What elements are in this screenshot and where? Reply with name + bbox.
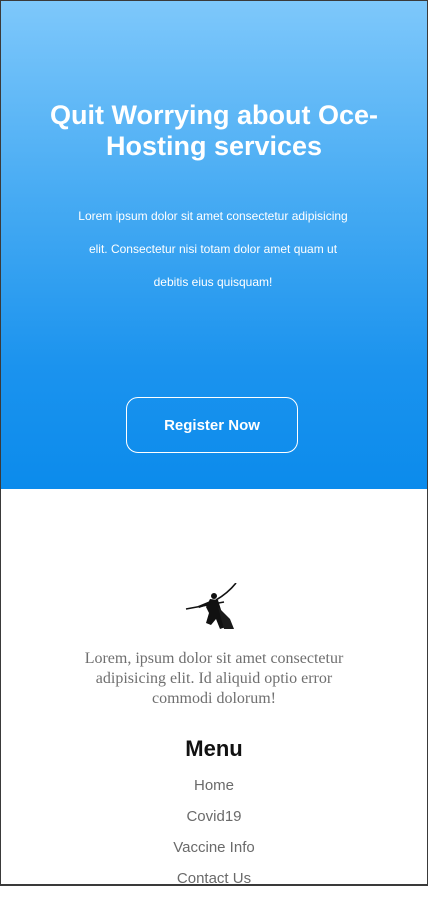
menu-link-contact-us[interactable]: Contact Us [177,870,251,887]
menu-link-vaccine-info[interactable]: Vaccine Info [173,839,254,856]
menu-item: Covid19 [0,807,428,838]
archer-silhouette-icon[interactable] [184,583,240,633]
menu-link-covid19[interactable]: Covid19 [186,808,241,825]
footer-section: Lorem, ipsum dolor sit amet consectetur … [0,489,428,887]
menu-item: Home [0,776,428,807]
register-now-button[interactable]: Register Now [126,397,298,453]
footer-menu: Home Covid19 Vaccine Info Contact Us [0,776,428,900]
footer-description: Lorem, ipsum dolor sit amet consectetur … [84,650,344,707]
menu-heading: Menu [185,736,243,761]
menu-item: Vaccine Info [0,838,428,869]
hero-section: Quit Worrying about Oce-Hosting services… [0,0,428,489]
menu-link-home[interactable]: Home [194,777,234,794]
hero-description: Lorem ipsum dolor sit amet consectetur a… [78,209,348,289]
hero-title: Quit Worrying about Oce-Hosting services [49,100,378,161]
